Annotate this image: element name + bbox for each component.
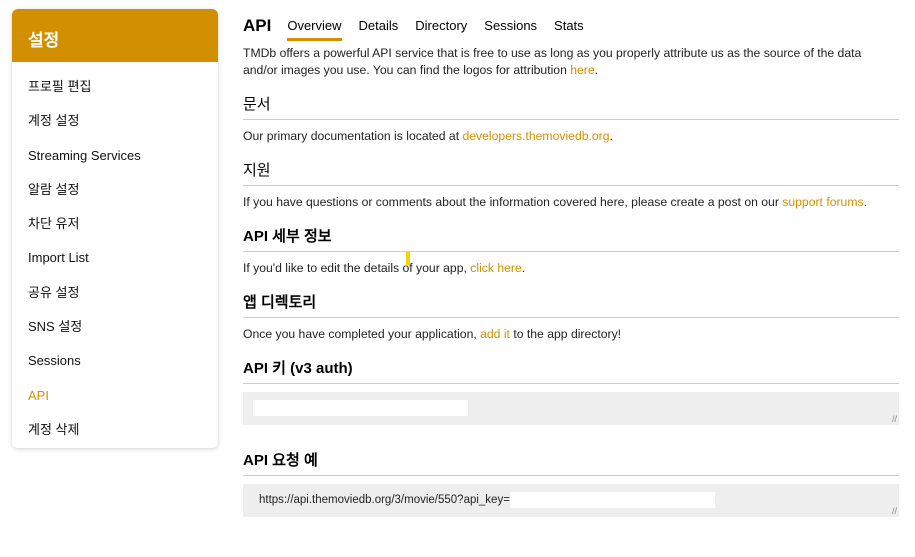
section-heading: 앱 디렉토리 [243, 293, 899, 318]
example-request-textarea[interactable]: https://api.themoviedb.org/3/movie/550?a… [243, 484, 899, 517]
sidebar-item-sharing[interactable]: 공유 설정 [12, 276, 218, 310]
section-text: Our primary documentation is located at [243, 129, 463, 143]
section-example-request: API 요청 예 https://api.themoviedb.org/3/mo… [243, 451, 899, 517]
section-docs: 문서 Our primary documentation is located … [243, 95, 899, 145]
intro-end: . [594, 63, 599, 77]
section-heading: 지원 [243, 161, 899, 186]
section-heading: 문서 [243, 95, 899, 120]
intro-body: TMDb offers a powerful API service that … [243, 46, 862, 77]
section-text: If you have questions or comments about … [243, 195, 783, 209]
docs-link[interactable]: developers.themoviedb.org [462, 129, 609, 143]
settings-sidebar: 설정 프로필 편집 계정 설정 Streaming Services 알람 설정… [12, 9, 218, 448]
intro-text: TMDb offers a powerful API service that … [243, 45, 899, 79]
section-text-end: . [863, 195, 867, 209]
tab-details[interactable]: Details [359, 14, 399, 38]
section-heading: API 세부 정보 [243, 227, 899, 252]
text-cursor-marker [406, 252, 410, 265]
tab-directory[interactable]: Directory [415, 14, 467, 38]
sidebar-item-blocked-users[interactable]: 차단 유저 [12, 207, 218, 241]
sidebar-item-account-settings[interactable]: 계정 설정 [12, 104, 218, 138]
click-here-link[interactable]: click here [470, 261, 521, 275]
sidebar-item-sns[interactable]: SNS 설정 [12, 310, 218, 344]
section-heading: API 요청 예 [243, 451, 899, 476]
section-support: 지원 If you have questions or comments abo… [243, 161, 899, 211]
sidebar-item-notifications[interactable]: 알람 설정 [12, 173, 218, 207]
redacted-key [253, 400, 468, 416]
section-heading: API 키 (v3 auth) [243, 359, 899, 384]
section-app-directory: 앱 디렉토리 Once you have completed your appl… [243, 293, 899, 343]
attribution-link[interactable]: here [570, 63, 594, 77]
main-content: API Overview Details Directory Sessions … [243, 0, 899, 517]
sidebar-item-streaming-services[interactable]: Streaming Services [12, 139, 218, 173]
sidebar-item-api[interactable]: API [12, 379, 218, 413]
api-key-textarea[interactable]: // [243, 392, 899, 425]
tab-stats[interactable]: Stats [554, 14, 584, 38]
redacted-key [509, 492, 715, 508]
page-title: API [243, 16, 272, 35]
example-url: https://api.themoviedb.org/3/movie/550?a… [259, 494, 510, 507]
sidebar-item-import-list[interactable]: Import List [12, 241, 218, 275]
resize-handle-icon[interactable]: // [892, 414, 897, 424]
section-text-end: . [521, 261, 526, 275]
support-forums-link[interactable]: support forums [782, 195, 863, 209]
sidebar-title: 설정 [12, 9, 218, 62]
resize-handle-icon[interactable]: // [892, 506, 897, 516]
section-api-key: API 키 (v3 auth) // [243, 359, 899, 425]
sidebar-item-sessions[interactable]: Sessions [12, 344, 218, 378]
sidebar-item-edit-profile[interactable]: 프로필 편집 [12, 70, 218, 104]
tab-overview[interactable]: Overview [287, 14, 342, 41]
sidebar-item-delete-account[interactable]: 계정 삭제 [12, 413, 218, 447]
section-api-details: API 세부 정보 If you'd like to edit the deta… [243, 227, 899, 277]
section-text-end: to the app directory! [509, 327, 622, 341]
section-text: Once you have completed your application… [243, 327, 481, 341]
section-text-end: . [609, 129, 613, 143]
tab-sessions[interactable]: Sessions [484, 14, 537, 38]
section-text: If you'd like to edit the details of you… [243, 261, 471, 275]
add-it-link[interactable]: add it [480, 327, 510, 341]
